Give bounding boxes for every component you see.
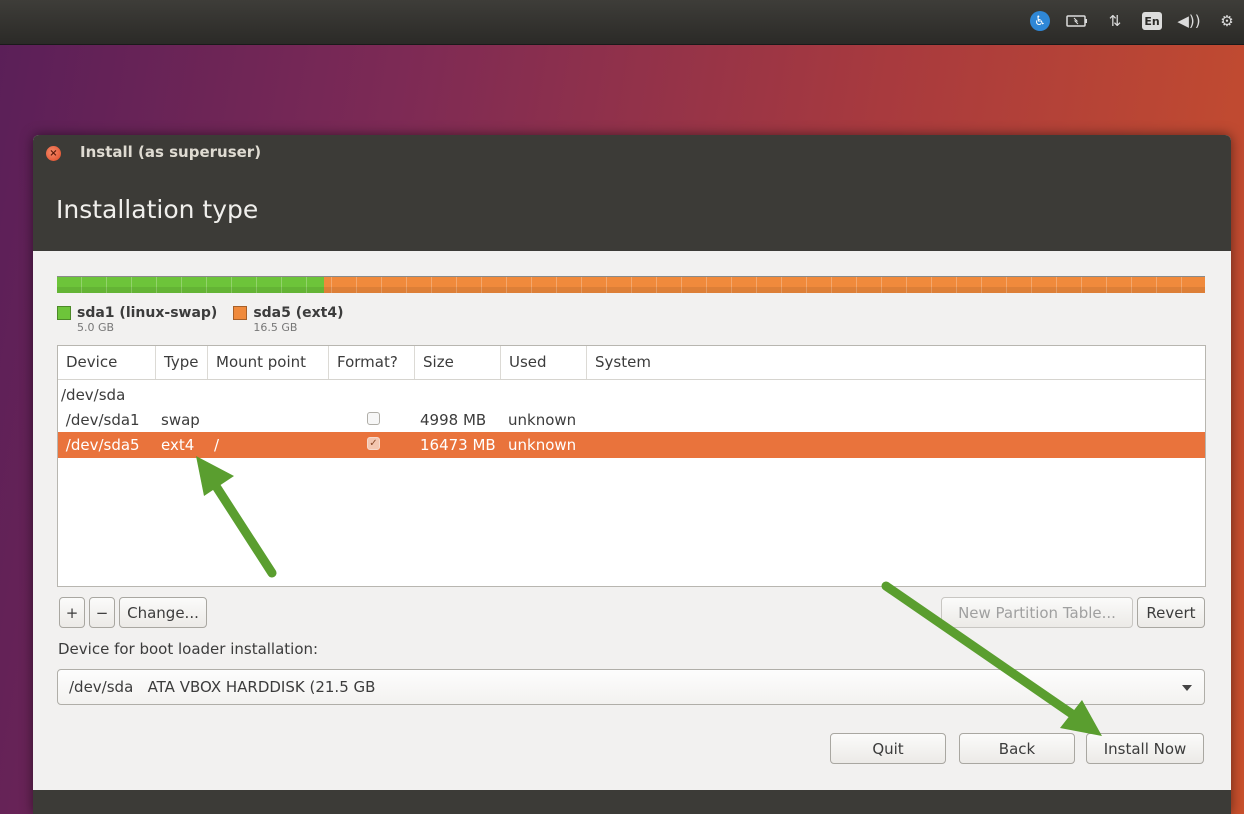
partition-legend: sda1 (linux-swap) 5.0 GB sda5 (ext4) 16.… xyxy=(57,305,344,334)
format-checkbox[interactable] xyxy=(367,412,380,425)
window-bottom-strip xyxy=(33,790,1231,814)
bootloader-label: Device for boot loader installation: xyxy=(58,640,319,658)
revert-button[interactable]: Revert xyxy=(1137,597,1205,628)
installer-window: × Install (as superuser) Installation ty… xyxy=(33,135,1231,814)
cell-type: ext4 xyxy=(161,436,195,454)
cell-device: /dev/sda1 xyxy=(61,411,140,429)
top-panel: ♿ ⇅ En ◀)) ⚙ xyxy=(0,0,1244,45)
change-partition-button[interactable]: Change... xyxy=(119,597,207,628)
column-header-used[interactable]: Used xyxy=(501,346,587,379)
column-header-system[interactable]: System xyxy=(587,346,1205,379)
page-title: Installation type xyxy=(56,195,259,224)
back-button[interactable]: Back xyxy=(959,733,1075,764)
legend-swatch xyxy=(57,306,71,320)
cell-type: swap xyxy=(161,411,200,429)
cell-mount-point: / xyxy=(214,436,220,454)
legend-size: 5.0 GB xyxy=(77,321,115,334)
keyboard-layout-indicator[interactable]: En xyxy=(1142,12,1162,30)
remove-partition-button[interactable]: − xyxy=(89,597,115,628)
bootloader-device-select[interactable]: /dev/sda ATA VBOX HARDDISK (21.5 GB xyxy=(57,669,1205,705)
cell-size: 4998 MB xyxy=(420,411,487,429)
column-header-mount-point[interactable]: Mount point xyxy=(208,346,329,379)
window-title: Install (as superuser) xyxy=(80,143,262,161)
cell-device: /dev/sda xyxy=(61,386,126,404)
column-header-type[interactable]: Type xyxy=(156,346,208,379)
battery-icon[interactable] xyxy=(1066,10,1088,32)
close-icon[interactable]: × xyxy=(46,146,61,161)
legend-item-sda1: sda1 (linux-swap) 5.0 GB xyxy=(57,305,217,334)
cell-used: unknown xyxy=(508,436,577,454)
format-checkbox-checked[interactable]: ✓ xyxy=(367,437,380,450)
column-header-format[interactable]: Format? xyxy=(329,346,415,379)
table-header: Device Type Mount point Format? Size Use… xyxy=(58,346,1205,380)
legend-item-sda5: sda5 (ext4) 16.5 GB xyxy=(233,305,344,334)
window-titlebar: × Install (as superuser) Installation ty… xyxy=(33,135,1231,251)
legend-swatch xyxy=(233,306,248,320)
column-header-device[interactable]: Device xyxy=(58,346,156,379)
cell-device: /dev/sda5 xyxy=(61,436,140,454)
accessibility-icon[interactable]: ♿ xyxy=(1030,11,1050,31)
network-icon[interactable]: ⇅ xyxy=(1104,10,1126,32)
new-partition-table-button[interactable]: New Partition Table... xyxy=(941,597,1133,628)
bootloader-selected-value: /dev/sda ATA VBOX HARDDISK (21.5 GB xyxy=(69,678,376,696)
quit-button[interactable]: Quit xyxy=(830,733,946,764)
install-now-button[interactable]: Install Now xyxy=(1086,733,1204,764)
column-header-size[interactable]: Size xyxy=(415,346,501,379)
cell-size: 16473 MB xyxy=(420,436,496,454)
chevron-down-icon xyxy=(1182,685,1192,691)
volume-icon[interactable]: ◀)) xyxy=(1177,10,1200,32)
table-row-selected[interactable]: /dev/sda5 ext4 / ✓ 16473 MB unknown xyxy=(58,432,1205,458)
cell-used: unknown xyxy=(508,411,577,429)
partition-bar xyxy=(57,276,1205,293)
legend-size: 16.5 GB xyxy=(253,321,298,334)
legend-label: sda1 (linux-swap) xyxy=(77,305,218,321)
power-gear-icon[interactable]: ⚙ xyxy=(1216,10,1238,32)
legend-label: sda5 (ext4) xyxy=(253,305,344,321)
table-row[interactable]: /dev/sda1 swap 4998 MB unknown xyxy=(58,407,1205,433)
system-tray: ♿ ⇅ En ◀)) ⚙ xyxy=(1030,10,1238,32)
add-partition-button[interactable]: + xyxy=(59,597,85,628)
partition-table[interactable]: Device Type Mount point Format? Size Use… xyxy=(57,345,1206,587)
table-row[interactable]: /dev/sda xyxy=(58,382,1205,408)
